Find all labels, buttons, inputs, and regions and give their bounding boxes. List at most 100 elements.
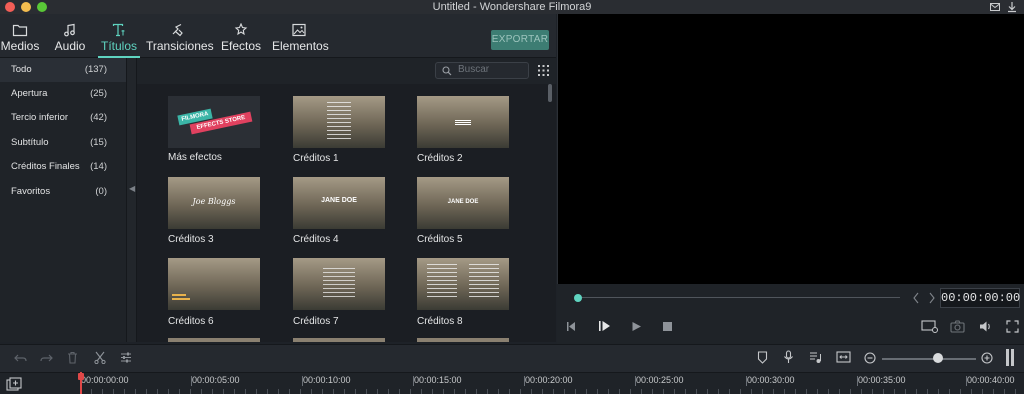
category-apertura[interactable]: Apertura (25) <box>0 82 126 106</box>
add-track-icon[interactable] <box>6 377 22 391</box>
credits-7-thumbnail[interactable] <box>293 258 385 310</box>
transition-icon <box>172 23 183 37</box>
thumbnail-label: Créditos 1 <box>293 153 339 164</box>
thumbnail-label: Créditos 5 <box>417 234 463 245</box>
ruler-label: 00:00:35:00 <box>858 375 906 385</box>
category-tercio-inferior[interactable]: Tercio inferior (42) <box>0 106 126 130</box>
play-icon[interactable] <box>631 321 642 332</box>
export-button[interactable]: EXPORTAR <box>491 30 549 50</box>
thumbnail-overlay-text: JANE DOE <box>447 199 479 205</box>
category-count: (25) <box>90 88 107 99</box>
category-name: Favoritos <box>11 186 51 197</box>
ruler-minor-ticks <box>80 389 1024 394</box>
ruler-label: 00:00:30:00 <box>747 375 795 385</box>
track-handle-icon[interactable] <box>1006 349 1014 366</box>
stop-icon[interactable] <box>662 321 673 332</box>
download-icon[interactable] <box>1006 1 1018 13</box>
panel-divider[interactable] <box>126 58 137 342</box>
fullscreen-icon[interactable] <box>1006 320 1019 333</box>
category-subtitulo[interactable]: Subtítulo (15) <box>0 131 126 155</box>
music-note-icon <box>64 23 75 37</box>
microphone-icon[interactable] <box>783 350 794 364</box>
mail-icon[interactable] <box>989 1 1001 13</box>
fit-to-timeline-icon[interactable] <box>836 351 851 363</box>
playback-progress-track[interactable] <box>578 297 900 298</box>
previous-frame-icon[interactable] <box>566 321 578 332</box>
ruler-label: 00:00:40:00 <box>967 375 1015 385</box>
preview-timecode: 00:00:00:00 <box>940 288 1020 308</box>
undo-icon[interactable] <box>14 352 27 364</box>
tab-label: Audio <box>54 39 86 53</box>
category-name: Subtítulo <box>11 137 49 148</box>
credits-4-thumbnail[interactable]: JANE DOE <box>293 177 385 229</box>
credits-6-thumbnail[interactable] <box>168 258 260 310</box>
text-icon <box>112 23 125 37</box>
category-list: Todo (137) Apertura (25) Tercio inferior… <box>0 58 126 342</box>
tab-titulos[interactable]: Títulos <box>98 14 140 58</box>
ruler-label: 00:00:20:00 <box>525 375 573 385</box>
credits-3-thumbnail[interactable]: Joe Bloggs <box>168 177 260 229</box>
zoom-out-icon[interactable] <box>864 352 876 364</box>
category-creditos-finales[interactable]: Créditos Finales (14) <box>0 155 126 179</box>
ruler-label: 00:00:00:00 <box>81 375 129 385</box>
thumbnail-label: Más efectos <box>168 152 222 163</box>
category-name: Tercio inferior <box>11 112 69 123</box>
category-name: Apertura <box>11 88 48 99</box>
tab-medios[interactable]: Medios <box>0 14 40 58</box>
image-icon <box>292 23 306 37</box>
category-count: (14) <box>90 161 107 172</box>
credits-5-thumbnail[interactable]: JANE DOE <box>417 177 509 229</box>
marker-icon[interactable] <box>757 351 768 364</box>
adjust-settings-icon[interactable] <box>120 351 132 364</box>
library-scrollbar[interactable] <box>548 84 552 102</box>
credits-8-thumbnail[interactable] <box>417 258 509 310</box>
category-count: (0) <box>95 186 107 197</box>
category-todo[interactable]: Todo (137) <box>0 58 126 82</box>
tab-label: Medios <box>0 39 40 53</box>
category-favoritos[interactable]: Favoritos (0) <box>0 180 126 204</box>
collapse-arrow-icon[interactable]: ◀ <box>129 184 135 193</box>
tab-elementos[interactable]: Elementos <box>272 14 329 58</box>
grid-view-icon[interactable] <box>538 65 549 76</box>
mark-in-icon[interactable] <box>912 292 920 304</box>
play-pause-icon[interactable] <box>598 320 612 332</box>
effects-store-thumbnail[interactable]: FILMORA EFFECTS STORE <box>168 96 260 148</box>
playhead-handle[interactable] <box>78 373 84 380</box>
redo-icon[interactable] <box>40 352 53 364</box>
volume-icon[interactable] <box>979 320 993 333</box>
tab-audio[interactable]: Audio <box>52 14 88 58</box>
split-scissors-icon[interactable] <box>94 351 106 364</box>
tab-efectos[interactable]: Efectos <box>220 14 262 58</box>
credits-2-thumbnail[interactable] <box>417 96 509 148</box>
category-count: (15) <box>90 137 107 148</box>
ruler-label: 00:00:25:00 <box>636 375 684 385</box>
title-bar: Untitled - Wondershare Filmora9 <box>0 0 1024 14</box>
thumbnail-label: Créditos 2 <box>417 153 463 164</box>
tab-label: Títulos <box>100 39 137 53</box>
tab-transiciones[interactable]: Transiciones <box>146 14 214 58</box>
delete-icon[interactable] <box>67 351 78 364</box>
category-name: Todo <box>11 64 32 75</box>
playback-progress-handle[interactable] <box>574 294 582 302</box>
zoom-in-icon[interactable] <box>981 352 993 364</box>
folder-icon <box>12 24 28 37</box>
credits-1-thumbnail[interactable] <box>293 96 385 148</box>
tab-label: Elementos <box>272 39 329 53</box>
window-title: Untitled - Wondershare Filmora9 <box>432 1 592 13</box>
category-count: (137) <box>84 64 107 75</box>
tab-label: Transiciones <box>146 39 214 53</box>
thumbnail-label: Créditos 4 <box>293 234 339 245</box>
zoom-slider-handle[interactable] <box>933 353 943 363</box>
category-count: (42) <box>90 112 107 123</box>
thumbnail-label: Créditos 8 <box>417 316 463 327</box>
snapshot-camera-icon[interactable] <box>950 320 965 333</box>
zoom-slider-track[interactable] <box>882 358 976 360</box>
ruler-label: 00:00:15:00 <box>414 375 462 385</box>
thumbnail-label: Créditos 7 <box>293 316 339 327</box>
audio-mixer-icon[interactable] <box>809 351 822 364</box>
display-settings-icon[interactable] <box>921 320 939 333</box>
mark-out-icon[interactable] <box>928 292 936 304</box>
thumbnail-overlay-text: Joe Bloggs <box>192 197 236 206</box>
search-input[interactable]: Buscar <box>435 62 529 79</box>
ruler-label: 00:00:10:00 <box>303 375 351 385</box>
